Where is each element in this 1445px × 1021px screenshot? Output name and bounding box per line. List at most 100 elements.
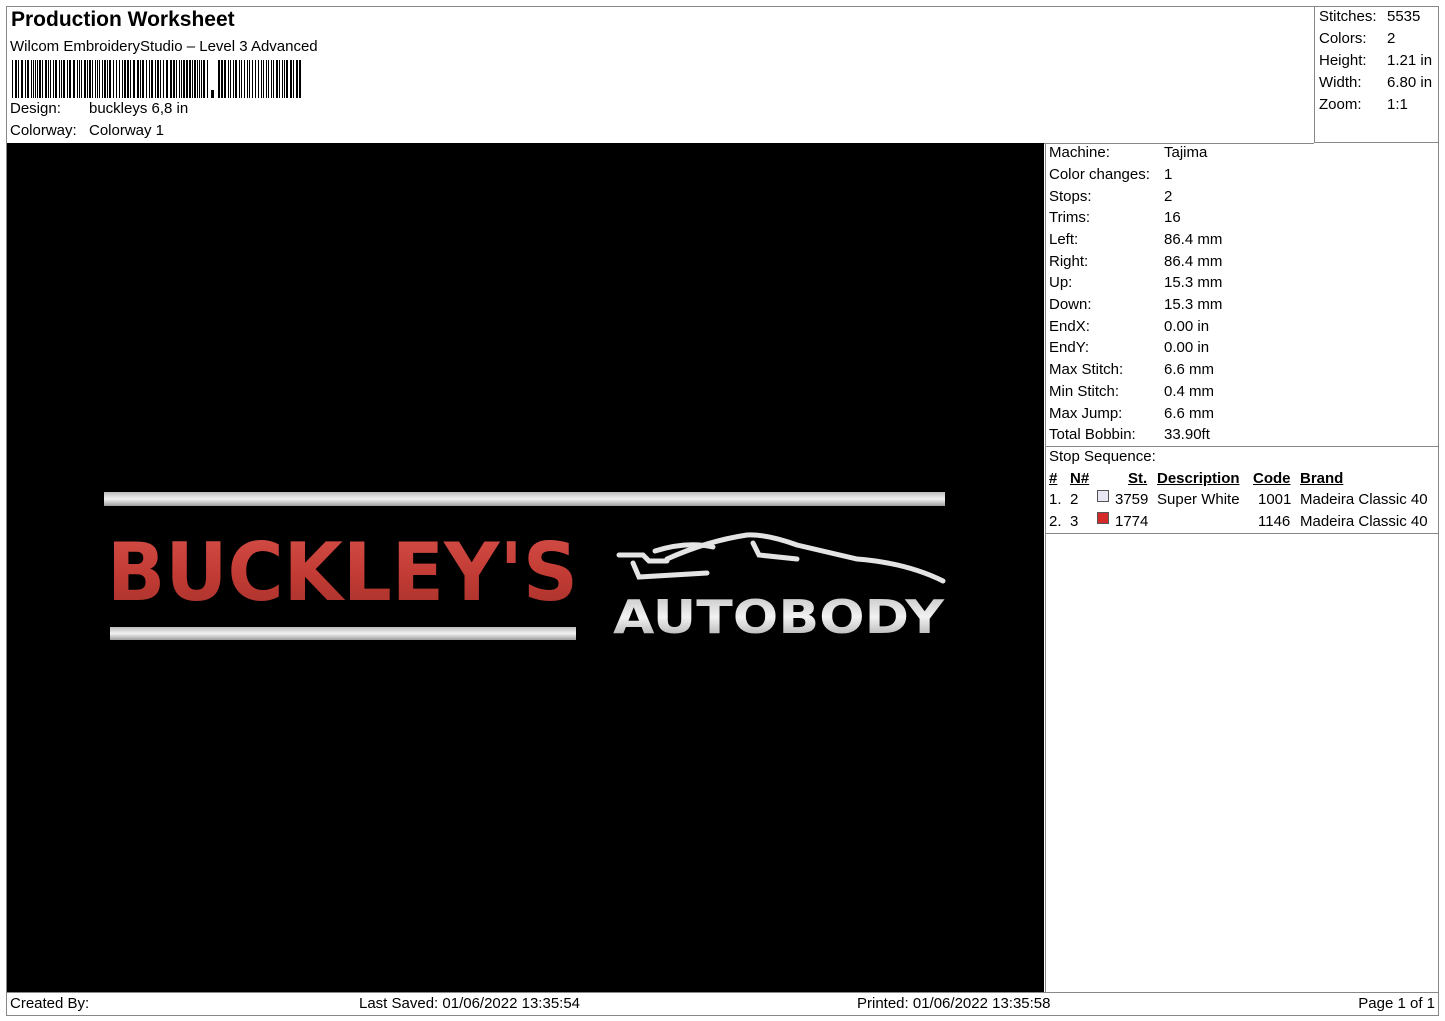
last-saved: Last Saved: 01/06/2022 13:35:54 xyxy=(359,995,581,1012)
barcode-bar xyxy=(279,60,280,98)
summary-value: 1.21 in xyxy=(1387,52,1433,69)
barcode-bar xyxy=(271,60,272,98)
brand-sub-text: AUTOBODY xyxy=(613,590,945,644)
info-label: Color changes: xyxy=(1049,166,1150,183)
machine-row: Total Bobbin: 33.90ft xyxy=(1049,426,1210,443)
barcode-bar xyxy=(199,60,200,98)
barcode-bar xyxy=(263,60,264,98)
machine-row: EndX: 0.00 in xyxy=(1049,318,1209,335)
barcode-bar xyxy=(59,60,60,98)
barcode-bar xyxy=(73,60,75,98)
barcode-bar xyxy=(25,60,26,98)
info-label: Min Stitch: xyxy=(1049,383,1120,400)
summary-row: Width: 6.80 in xyxy=(1319,74,1432,91)
summary-label: Colors: xyxy=(1319,30,1367,47)
software-name: Wilcom EmbroideryStudio – Level 3 Advanc… xyxy=(10,38,318,55)
worksheet-header: Production Worksheet Wilcom EmbroiderySt… xyxy=(6,6,1314,144)
barcode-bar xyxy=(69,60,71,98)
page-number: Page 1 of 1 xyxy=(1358,995,1435,1012)
info-value: 0.00 in xyxy=(1164,318,1210,335)
barcode-bar xyxy=(133,60,135,98)
barcode-bar xyxy=(176,60,177,98)
info-label: Total Bobbin: xyxy=(1049,426,1136,443)
barcode-bar xyxy=(235,60,237,98)
barcode-bar xyxy=(67,60,68,98)
barcode-bar xyxy=(89,60,91,98)
machine-row: Trims: 16 xyxy=(1049,209,1181,226)
machine-row: EndY: 0.00 in xyxy=(1049,339,1209,356)
barcode-bar xyxy=(18,60,19,98)
barcode-bar xyxy=(249,60,250,98)
barcode-bar xyxy=(221,60,223,98)
car-silhouette-icon xyxy=(616,532,946,584)
info-value: 0.4 mm xyxy=(1164,383,1215,400)
barcode-bar xyxy=(276,60,278,98)
barcode-bar xyxy=(146,60,147,98)
divider xyxy=(1046,446,1439,447)
colorway-value: Colorway 1 xyxy=(89,122,165,139)
barcode-bar xyxy=(296,60,298,98)
machine-info-panel: Machine: Tajima Color changes: 1 Stops: 2 T… xyxy=(1045,143,1439,992)
barcode-bar xyxy=(252,60,253,98)
barcode-bar xyxy=(119,60,120,98)
col-header-num: # xyxy=(1049,470,1058,487)
colorway-row: Colorway: Colorway 1 xyxy=(10,122,164,139)
col-header-code: Code xyxy=(1253,470,1291,487)
barcode-bar xyxy=(113,60,114,98)
barcode-bar xyxy=(218,60,220,98)
divider xyxy=(1046,533,1439,534)
table-cell-num: 1. xyxy=(1049,491,1062,508)
barcode-bar xyxy=(194,60,196,98)
barcode-bar xyxy=(183,60,185,98)
barcode-bar xyxy=(124,60,126,98)
table-cell-stitches: 3759 xyxy=(1115,491,1149,508)
machine-row: Left: 86.4 mm xyxy=(1049,231,1222,248)
barcode-bar xyxy=(21,60,23,98)
barcode-bar xyxy=(33,60,34,98)
machine-row: Machine: Tajima xyxy=(1049,144,1207,161)
table-cell-description: Super White xyxy=(1157,491,1240,508)
info-value: 6.6 mm xyxy=(1164,405,1215,422)
barcode-bar xyxy=(107,60,108,98)
barcode-bar xyxy=(284,60,285,98)
barcode-bar xyxy=(142,60,144,98)
machine-row: Max Jump: 6.6 mm xyxy=(1049,405,1214,422)
barcode-bar xyxy=(163,60,164,98)
table-cell-brand: Madeira Classic 40 xyxy=(1300,491,1428,508)
barcode-bar xyxy=(63,60,65,98)
summary-value: 2 xyxy=(1387,30,1396,47)
info-value: 2 xyxy=(1164,188,1173,205)
barcode-bar xyxy=(228,60,229,98)
info-label: EndX: xyxy=(1049,318,1090,335)
barcode-bar xyxy=(97,60,98,98)
barcode-bar xyxy=(87,60,88,98)
summary-row: Height: 1.21 in xyxy=(1319,52,1432,69)
barcode-bar xyxy=(230,60,231,98)
barcode-bar xyxy=(179,60,180,98)
barcode-bar xyxy=(79,60,80,98)
barcode-bar xyxy=(39,60,41,98)
summary-row: Zoom: 1:1 xyxy=(1319,96,1408,113)
info-label: Trims: xyxy=(1049,209,1091,226)
barcode-bar xyxy=(268,60,269,98)
barcode-bar xyxy=(261,60,262,98)
barcode-bar xyxy=(170,60,172,98)
design-value: buckleys 6,8 in xyxy=(89,100,189,117)
barcode-bar xyxy=(173,60,175,98)
info-label: Right: xyxy=(1049,253,1089,270)
barcode-bar xyxy=(266,60,267,98)
barcode-bar xyxy=(27,60,29,98)
barcode-bar xyxy=(50,60,51,98)
table-cell-brand: Madeira Classic 40 xyxy=(1300,513,1428,530)
barcode-bar xyxy=(37,60,38,98)
summary-value: 5535 xyxy=(1387,8,1421,25)
barcode-bar xyxy=(244,60,245,98)
barcode-bar xyxy=(77,60,78,98)
info-value: 15.3 mm xyxy=(1164,274,1223,291)
info-value: 16 xyxy=(1164,209,1181,226)
barcode-bar xyxy=(166,60,168,98)
barcode-bar xyxy=(92,60,93,98)
info-label: Stops: xyxy=(1049,188,1092,205)
barcode-bar xyxy=(12,60,13,98)
barcode-bar xyxy=(192,60,193,98)
